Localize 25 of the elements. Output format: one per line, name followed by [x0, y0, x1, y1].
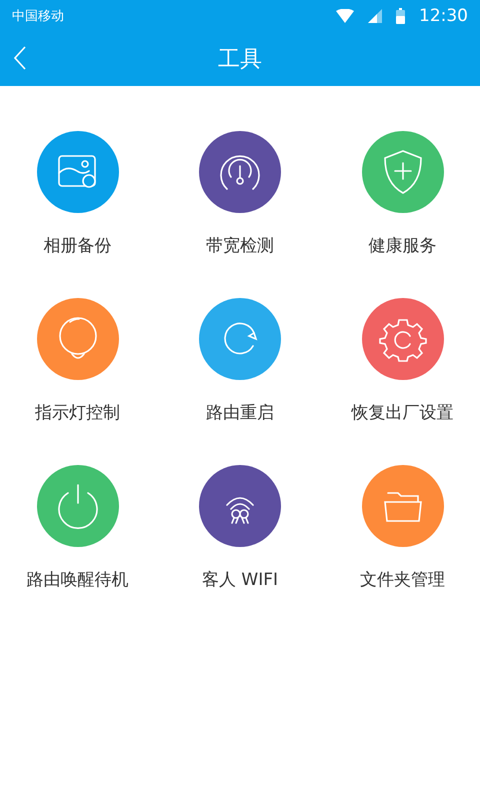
bulb-tool-icon[interactable]	[36, 298, 118, 380]
gauge-tool-icon[interactable]	[199, 131, 281, 213]
restart-tool-icon[interactable]	[199, 298, 281, 380]
clock-time: 12:30	[419, 6, 468, 26]
tool-label: 带宽检测	[206, 235, 274, 257]
signal-icon	[368, 9, 382, 23]
back-button[interactable]	[12, 44, 28, 72]
wifi-icon	[336, 9, 354, 23]
tool-label: 相册备份	[44, 235, 112, 257]
gear-tool-icon[interactable]	[362, 298, 444, 380]
tool-label: 指示灯控制	[35, 402, 120, 424]
tool-label: 文件夹管理	[360, 569, 445, 591]
shield-tool-icon[interactable]	[362, 131, 444, 213]
tool-label: 健康服务	[368, 235, 436, 257]
power-tool-icon[interactable]	[36, 465, 118, 547]
tool-label: 客人 WIFI	[202, 569, 278, 591]
battery-icon	[396, 8, 405, 24]
photo-tool-icon[interactable]	[36, 131, 118, 213]
tool-label: 路由重启	[206, 402, 274, 424]
tool-label: 恢复出厂设置	[352, 402, 454, 424]
folder-tool-icon[interactable]	[362, 465, 444, 547]
carrier-name: 中国移动	[12, 8, 64, 25]
tool-label: 路由唤醒待机	[26, 569, 128, 591]
page-title: 工具	[218, 46, 262, 74]
guests-tool-icon[interactable]	[199, 465, 281, 547]
